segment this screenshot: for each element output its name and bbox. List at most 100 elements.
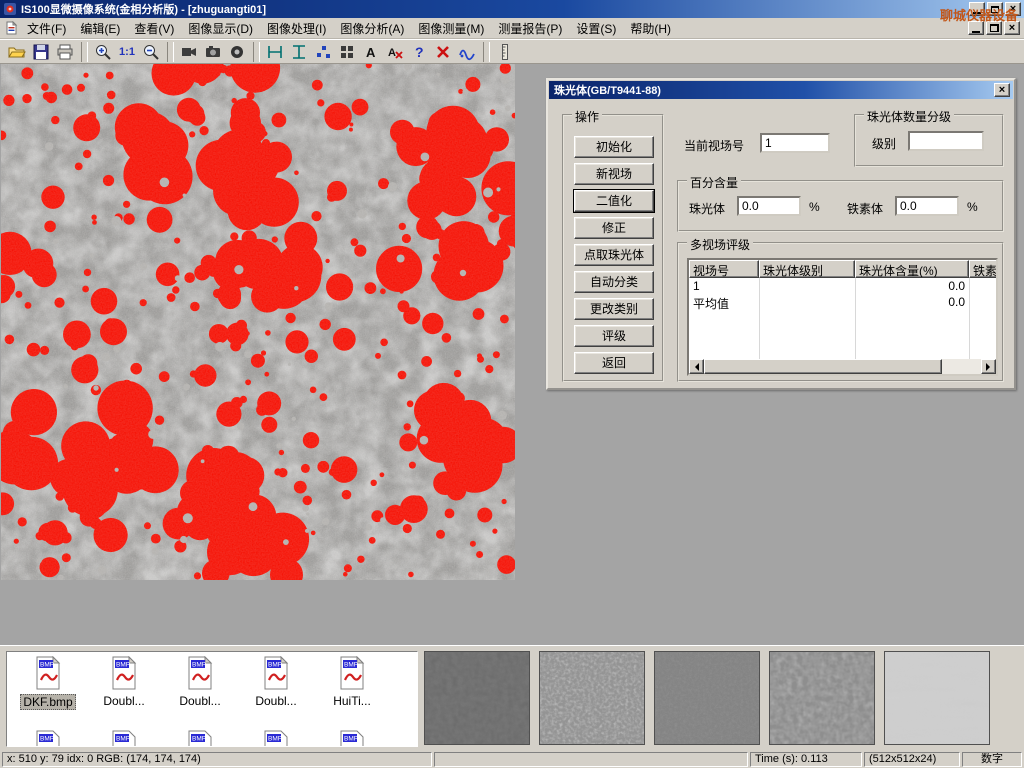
grade-label: 级别: [872, 135, 896, 152]
bmp-file-icon: BMP: [109, 656, 139, 690]
file-item-partial[interactable]: BMP: [11, 730, 85, 747]
dialog-title-bar[interactable]: 珠光体(GB/T9441-88) ×: [549, 81, 1013, 99]
file-list[interactable]: BMP DKF.bmp BMP Doubl...: [6, 651, 418, 747]
pearlite-dialog[interactable]: 珠光体(GB/T9441-88) × 操作 初始化 新视场 二值化 修正 点取珠…: [546, 78, 1016, 390]
open-button[interactable]: [5, 41, 29, 63]
grid-count-button[interactable]: [335, 41, 359, 63]
cell-field: 1: [689, 279, 759, 295]
text-remove-button[interactable]: A: [383, 41, 407, 63]
pearlite-percent-input[interactable]: [737, 196, 801, 216]
zoom-out-button[interactable]: [139, 41, 163, 63]
file-item-partial[interactable]: BMP: [315, 730, 389, 747]
table-header-row: 视场号 珠光体级别 珠光体含量(%) 铁素: [689, 260, 998, 278]
thumbnail-image[interactable]: [884, 651, 990, 745]
file-name: HuiTi...: [331, 694, 373, 708]
delete-measure-button[interactable]: [431, 41, 455, 63]
svg-text:BMP: BMP: [40, 662, 54, 669]
svg-text:BMP: BMP: [268, 736, 282, 743]
multi-point-button[interactable]: [311, 41, 335, 63]
return-button[interactable]: 返回: [574, 352, 654, 374]
scale-ruler-button[interactable]: [493, 41, 517, 63]
measure-vertical-icon: [290, 43, 308, 61]
toolbar-separator: [81, 42, 88, 62]
file-item-partial[interactable]: BMP: [87, 730, 161, 747]
document-icon[interactable]: [4, 21, 18, 35]
vendor-watermark: 聊城仪器设备: [940, 5, 1018, 24]
table-row[interactable]: 1 0.0: [689, 279, 996, 295]
initialize-button[interactable]: 初始化: [574, 136, 654, 158]
file-item-partial[interactable]: BMP: [239, 730, 313, 747]
save-button[interactable]: [29, 41, 53, 63]
multi-point-icon: [314, 43, 332, 61]
toolbar-separator: [483, 42, 490, 62]
file-item-doubl2[interactable]: BMP Doubl...: [163, 656, 237, 708]
file-browser-panel: BMP DKF.bmp BMP Doubl...: [0, 645, 1024, 751]
menu-item-edit[interactable]: 编辑(E): [73, 18, 127, 39]
file-item-doubl1[interactable]: BMP Doubl...: [87, 656, 161, 708]
print-button[interactable]: [53, 41, 77, 63]
text-label-button[interactable]: A: [359, 41, 383, 63]
window-title: IS100显微摄像系统(金相分析版) - [zhuguangti01]: [21, 1, 266, 17]
grade-input[interactable]: [908, 131, 984, 151]
menu-item-image-measure[interactable]: 图像测量(M): [411, 18, 491, 39]
menu-item-measure-report[interactable]: 测量报告(P): [491, 18, 569, 39]
operation-group: 操作 初始化 新视场 二值化 修正 点取珠光体 自动分类 更改类别 评级 返回: [562, 114, 664, 382]
current-field-input[interactable]: [760, 133, 830, 153]
thumbnail-image[interactable]: [654, 651, 760, 745]
menu-item-view[interactable]: 查看(V): [127, 18, 181, 39]
dialog-close-button[interactable]: ×: [994, 83, 1010, 97]
ferrite-percent-input[interactable]: [895, 196, 959, 216]
thumbnail-image[interactable]: [769, 651, 875, 745]
change-class-button[interactable]: 更改类别: [574, 298, 654, 320]
metallograph-image[interactable]: [1, 64, 515, 580]
child-minimize-icon: [972, 31, 980, 33]
current-field-label: 当前视场号: [684, 137, 744, 154]
print-icon: [56, 43, 74, 61]
menu-item-help[interactable]: 帮助(H): [623, 18, 678, 39]
measure-horizontal-button[interactable]: [263, 41, 287, 63]
rate-button[interactable]: 评级: [574, 325, 654, 347]
video-capture-button[interactable]: [177, 41, 201, 63]
app-icon: [3, 2, 17, 16]
binarize-button[interactable]: 二值化: [574, 190, 654, 212]
file-item-partial[interactable]: BMP: [163, 730, 237, 747]
file-item-doubl3[interactable]: BMP Doubl...: [239, 656, 313, 708]
grid-count-icon: [338, 43, 356, 61]
scrollbar-track[interactable]: [942, 359, 981, 374]
menu-item-image-analysis[interactable]: 图像分析(A): [333, 18, 411, 39]
correct-button[interactable]: 修正: [574, 217, 654, 239]
column-header-content[interactable]: 珠光体含量(%): [855, 260, 969, 278]
profile-curve-button[interactable]: [455, 41, 479, 63]
column-header-field[interactable]: 视场号: [689, 260, 759, 278]
menu-item-image-display[interactable]: 图像显示(D): [181, 18, 260, 39]
zoom-in-button[interactable]: [91, 41, 115, 63]
menu-item-settings[interactable]: 设置(S): [569, 18, 623, 39]
column-header-level[interactable]: 珠光体级别: [759, 260, 855, 278]
title-bar[interactable]: IS100显微摄像系统(金相分析版) - [zhuguangti01] ×: [0, 0, 1024, 18]
auto-classify-button[interactable]: 自动分类: [574, 271, 654, 293]
bmp-file-icon: BMP: [337, 730, 367, 747]
actual-size-button[interactable]: 1:1: [115, 41, 139, 63]
file-item-huiti[interactable]: BMP HuiTi...: [315, 656, 389, 708]
thumbnail-image[interactable]: [539, 651, 645, 745]
pick-pearlite-button[interactable]: 点取珠光体: [574, 244, 654, 266]
file-item-dkf[interactable]: BMP DKF.bmp: [11, 656, 85, 710]
scrollbar-thumb[interactable]: [704, 359, 942, 374]
rating-table[interactable]: 视场号 珠光体级别 珠光体含量(%) 铁素 1 0.0: [687, 258, 998, 376]
table-row[interactable]: 平均值 0.0: [689, 295, 996, 311]
thumbnail-image[interactable]: [424, 651, 530, 745]
scroll-left-button[interactable]: [689, 359, 704, 374]
horizontal-scrollbar[interactable]: [689, 359, 996, 374]
target-capture-button[interactable]: [225, 41, 249, 63]
scroll-right-button[interactable]: [981, 359, 996, 374]
help-button[interactable]: ?: [407, 41, 431, 63]
menu-item-file[interactable]: 文件(F): [20, 18, 73, 39]
rating-group-label: 多视场评级: [687, 236, 753, 253]
menu-item-image-process[interactable]: 图像处理(I): [260, 18, 333, 39]
measure-vertical-button[interactable]: [287, 41, 311, 63]
grading-group: 珠光体数量分级 级别: [854, 114, 1004, 167]
photo-capture-button[interactable]: [201, 41, 225, 63]
new-field-button[interactable]: 新视场: [574, 163, 654, 185]
pearlite-unit: %: [809, 200, 820, 214]
column-header-ferrite[interactable]: 铁素: [969, 260, 998, 278]
